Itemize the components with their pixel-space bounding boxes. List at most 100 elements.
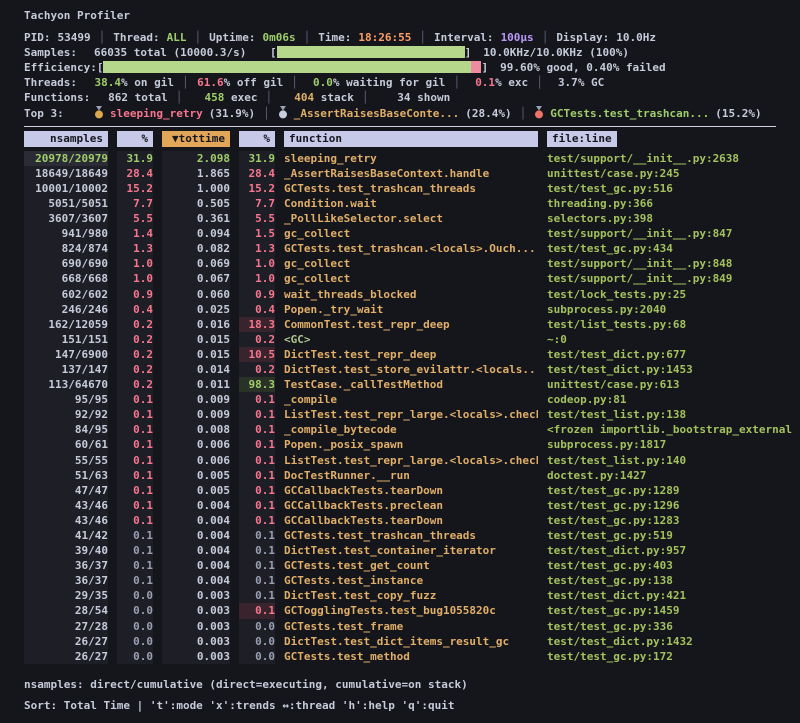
status-label-thread: Thread:	[113, 31, 159, 44]
table-row: 824/8741.30.0821.3GCTests.test_trashcan.…	[24, 241, 800, 256]
file-line-cell: ~:0	[547, 332, 796, 347]
functions-unit: stack	[314, 91, 354, 104]
direct-percent-cell: 0.1	[117, 543, 153, 558]
top3-percentage: (15.2%)	[715, 107, 761, 120]
tottime-cell: 1.865	[162, 166, 230, 181]
nsamples-cell: 84/95	[24, 422, 108, 437]
top3-function-name: sleeping_retry	[110, 107, 203, 120]
direct-percent-cell: 0.1	[117, 453, 153, 468]
function-name-cell: sleeping_retry	[284, 151, 538, 166]
cumulative-percent-cell: 1.0	[239, 256, 275, 271]
direct-percent-cell: 0.2	[117, 347, 153, 362]
file-line-cell: test/test_gc.py:1283	[547, 513, 796, 528]
function-name-cell: <GC>	[284, 332, 538, 347]
tottime-cell: 0.003	[162, 619, 230, 634]
cumulative-percent-cell: 0.1	[239, 422, 275, 437]
table-row: 39/400.10.0040.1DictTest.test_container_…	[24, 543, 800, 558]
table-row: 47/470.10.0050.1GCCallbackTests.tearDown…	[24, 483, 800, 498]
cumulative-percent-cell: 98.3	[239, 377, 275, 392]
tottime-cell: 0.004	[162, 513, 230, 528]
function-name-cell: DictTest.test_container_iterator	[284, 543, 538, 558]
table-row: 246/2460.40.0250.4Popen._try_waitsubproc…	[24, 302, 800, 317]
direct-percent-cell: 0.2	[117, 377, 153, 392]
tottime-cell: 0.505	[162, 196, 230, 211]
cumulative-percent-cell: 0.1	[239, 558, 275, 573]
table-row: 3607/36075.50.3615.5_PollLikeSelector.se…	[24, 211, 800, 226]
nsamples-cell: 28/54	[24, 603, 108, 618]
direct-percent-cell: 31.9	[117, 151, 153, 166]
direct-percent-cell: 5.5	[117, 211, 153, 226]
column-header-fn[interactable]: function	[284, 131, 538, 147]
nsamples-cell: 246/246	[24, 302, 108, 317]
function-name-cell: GCTests.test_get_count	[284, 558, 538, 573]
status-value: 100µs	[501, 31, 534, 44]
direct-percent-cell: 7.7	[117, 196, 153, 211]
threads-unit: % off gil	[224, 76, 284, 89]
cumulative-percent-cell: 0.1	[239, 528, 275, 543]
file-line-cell: test/test_gc.py:403	[547, 558, 796, 573]
nsamples-cell: 29/35	[24, 588, 108, 603]
tottime-cell: 0.014	[162, 362, 230, 377]
file-line-cell: test/test_gc.py:1289	[547, 483, 796, 498]
top3-percentage: (28.4%)	[465, 107, 511, 120]
nsamples-cell: 113/64670	[24, 377, 108, 392]
function-name-cell: DictTest.test_repr_deep	[284, 347, 538, 362]
status-label-pid: PID:	[24, 31, 51, 44]
nsamples-cell: 824/874	[24, 241, 108, 256]
tottime-cell: 0.005	[162, 483, 230, 498]
table-row: 28/540.00.0030.1GCTogglingTests.test_bug…	[24, 603, 800, 618]
file-line-cell: test/test_list.py:138	[547, 407, 796, 422]
file-line-cell: test/test_gc.py:172	[547, 649, 796, 664]
function-name-cell: TestCase._callTestMethod	[284, 377, 538, 392]
table-row: 137/1470.20.0140.2DictTest.test_store_ev…	[24, 362, 800, 377]
separator: │	[419, 31, 426, 44]
file-line-cell: test/test_dict.py:957	[547, 543, 796, 558]
samples-rate-text: 10.0KHz/10.0KHz (100%)	[483, 46, 629, 59]
cumulative-percent-cell: 0.4	[239, 302, 275, 317]
table-row: 41/420.10.0040.1GCTests.test_trashcan_th…	[24, 528, 800, 543]
threads-value: 61.6	[197, 75, 224, 90]
function-name-cell: DictTest.test_store_evilattr.<locals...	[284, 362, 538, 377]
file-line-cell: test/test_gc.py:1459	[547, 603, 796, 618]
cumulative-percent-cell: 15.2	[239, 181, 275, 196]
direct-percent-cell: 15.2	[117, 181, 153, 196]
tottime-cell: 0.008	[162, 422, 230, 437]
tottime-cell: 0.003	[162, 588, 230, 603]
tottime-cell: 0.004	[162, 558, 230, 573]
file-line-cell: test/test_dict.py:1453	[547, 362, 796, 377]
file-line-cell: codeop.py:81	[547, 392, 796, 407]
function-name-cell: GCTogglingTests.test_bug1055820c	[284, 603, 538, 618]
function-name-cell: GCTests.test_trashcan_threads	[284, 528, 538, 543]
direct-percent-cell: 0.1	[117, 573, 153, 588]
table-row: 51/630.10.0050.1DocTestRunner.__rundocte…	[24, 468, 800, 483]
function-name-cell: gc_collect	[284, 226, 538, 241]
cumulative-percent-cell: 0.1	[239, 498, 275, 513]
file-line-cell: test/test_gc.py:516	[547, 181, 796, 196]
tottime-cell: 0.016	[162, 317, 230, 332]
table-row: 27/280.00.0030.0GCTests.test_frametest/t…	[24, 619, 800, 634]
threads-unit: % on gil	[121, 76, 174, 89]
table-body: 20978/2097931.92.09831.9sleeping_retryte…	[24, 151, 800, 664]
cumulative-percent-cell: 28.4	[239, 166, 275, 181]
direct-percent-cell: 1.0	[117, 271, 153, 286]
bar-close-bracket: ]	[481, 61, 488, 74]
column-header-p2[interactable]: %	[239, 131, 275, 147]
cumulative-percent-cell: 0.1	[239, 513, 275, 528]
function-name-cell: Popen._posix_spawn	[284, 437, 538, 452]
tottime-cell: 0.004	[162, 528, 230, 543]
direct-percent-cell: 0.0	[117, 619, 153, 634]
file-line-cell: test/test_dict.py:1432	[547, 634, 796, 649]
column-header-ns[interactable]: nsamples	[24, 131, 108, 147]
cumulative-percent-cell: 5.5	[239, 211, 275, 226]
column-header-fl[interactable]: file:line	[547, 131, 796, 147]
status-bar: PID:53499│Thread:ALL│Uptime:0m06s│Time:1…	[24, 30, 800, 45]
file-line-cell: test/test_list.py:140	[547, 453, 796, 468]
nsamples-cell: 39/40	[24, 543, 108, 558]
cumulative-percent-cell: 0.1	[239, 407, 275, 422]
column-header-tt[interactable]: ▼tottime	[162, 131, 230, 147]
column-header-p1[interactable]: %	[117, 131, 153, 147]
functions-value: 34	[377, 90, 411, 105]
cumulative-percent-cell: 7.7	[239, 196, 275, 211]
nsamples-cell: 43/46	[24, 498, 108, 513]
direct-percent-cell: 0.1	[117, 437, 153, 452]
